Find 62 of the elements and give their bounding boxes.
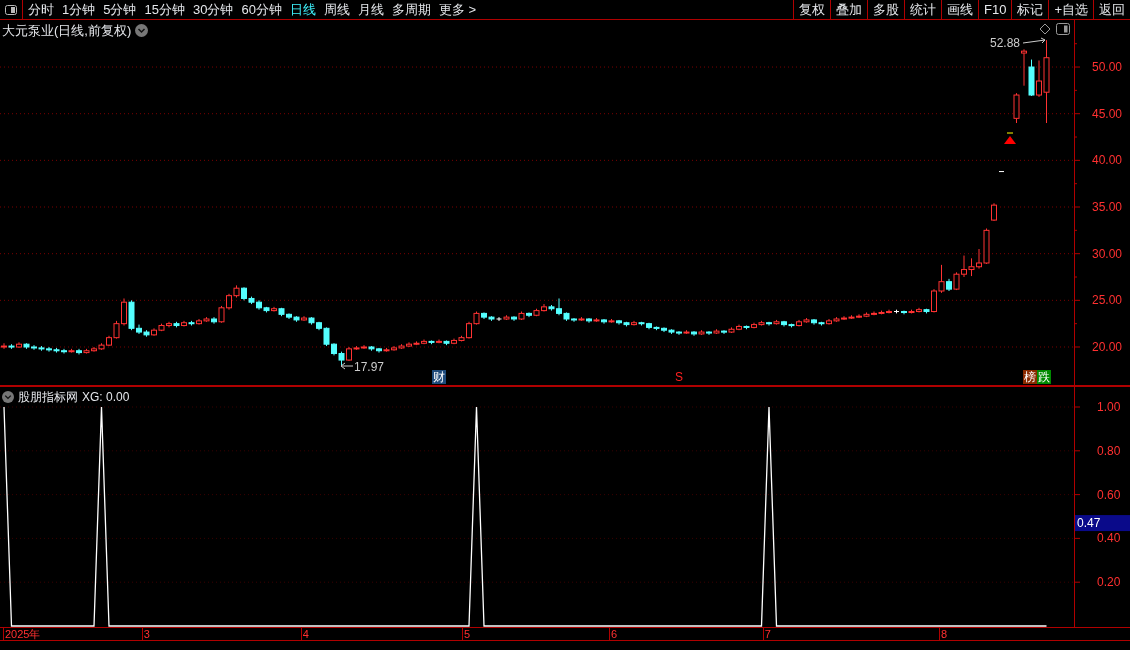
toolbar-button[interactable]: 标记 [1011, 0, 1049, 19]
toolbar-button[interactable]: 多股 [867, 0, 904, 19]
axis-label: 0.80 [1097, 443, 1121, 458]
chevron-down-icon[interactable] [2, 391, 14, 403]
chevron-down-icon[interactable] [135, 24, 149, 38]
event-marker[interactable]: 榜 [1023, 370, 1037, 384]
toolbar-button[interactable]: 复权 [793, 0, 830, 19]
panel-icon [5, 4, 17, 15]
period-tab[interactable]: 30分钟 [192, 0, 234, 20]
event-marker[interactable]: 跌 [1037, 370, 1051, 384]
low-price-label: 17.97 [354, 360, 385, 374]
axis-label: 0.20 [1097, 575, 1121, 590]
toolbar-button[interactable]: 画线 [941, 0, 978, 19]
cursor-value-background [1075, 515, 1130, 532]
period-tab[interactable]: 1分钟 [62, 0, 96, 20]
chart-title: 大元泵业(日线,前复权) [2, 22, 132, 40]
period-tab[interactable]: 60分钟 [241, 0, 282, 20]
triangle-icon [1004, 136, 1016, 144]
price-label: 25.00 [1092, 293, 1123, 308]
period-tab[interactable]: 15分钟 [144, 0, 185, 20]
indicator-name: 股朋指标网 [18, 389, 78, 406]
price-label: 40.00 [1092, 153, 1123, 168]
dash-icon [1006, 132, 1014, 134]
event-marker[interactable]: S [674, 370, 684, 384]
period-tab[interactable]: 更多 > [438, 0, 477, 20]
indicator-reading: XG: 0.00 [82, 389, 130, 406]
toolbar-button[interactable]: +自选 [1048, 0, 1093, 19]
price-label: 50.00 [1092, 60, 1123, 75]
time-axis-label: 8 [939, 628, 948, 640]
leader-line [1022, 37, 1046, 44]
period-tab[interactable]: 日线 [289, 0, 316, 20]
toolbar-button[interactable]: F10 [978, 0, 1012, 19]
period-tab[interactable]: 分时 [28, 0, 54, 20]
event-marker[interactable]: 财 [432, 370, 446, 384]
high-price-label: 52.88 [990, 36, 1021, 50]
axis-label: 1.00 [1097, 400, 1121, 414]
time-axis-label: 7 [762, 628, 771, 640]
price-label: 45.00 [1092, 106, 1123, 121]
price-label: 35.00 [1092, 200, 1123, 214]
time-axis-label: 2025年 [3, 628, 41, 640]
time-axis-label: 6 [609, 628, 618, 640]
candle [991, 202, 997, 222]
toolbar-button[interactable]: 返回 [1093, 0, 1130, 19]
panel-icon[interactable] [1056, 23, 1070, 35]
axis-label: 0.60 [1097, 487, 1121, 502]
period-tab[interactable]: 多周期 [391, 0, 431, 20]
period-tab[interactable]: 5分钟 [103, 0, 137, 20]
time-axis-label: 4 [300, 628, 309, 640]
toolbar-button[interactable]: 统计 [904, 0, 941, 19]
toolbar-button[interactable]: 叠加 [830, 0, 867, 19]
time-axis-label: 3 [141, 628, 150, 640]
candle [894, 309, 899, 314]
time-axis-label: 5 [462, 628, 471, 640]
leader-line [340, 362, 354, 370]
price-label: 30.00 [1092, 246, 1123, 261]
period-tab[interactable]: 月线 [357, 0, 384, 20]
price-label: 20.00 [1092, 340, 1123, 354]
cursor-value: 0.47 [1077, 516, 1101, 531]
candle [1013, 92, 1020, 124]
diamond-icon[interactable] [1039, 23, 1051, 35]
period-tab[interactable]: 周线 [323, 0, 350, 20]
axis-label: 0.40 [1097, 531, 1121, 546]
